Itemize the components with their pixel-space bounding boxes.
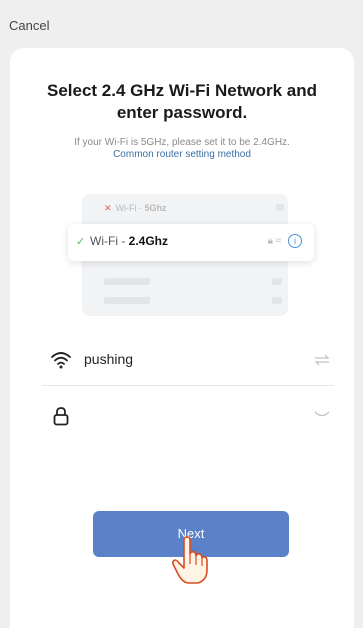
router-setting-link[interactable]: Common router setting method — [10, 149, 354, 160]
lock-icon — [53, 407, 69, 426]
placeholder-bar — [272, 278, 282, 285]
wifi-24ghz-row: ✓ Wi-Fi - 2.4Ghz 🔒︎ ≈ i — [68, 224, 314, 261]
wifi-5ghz-row: ✕ Wi-Fi - 5Ghz — [104, 203, 167, 213]
eye-closed-icon[interactable] — [314, 410, 330, 420]
divider — [42, 385, 334, 386]
swap-icon[interactable] — [314, 354, 330, 366]
password-field[interactable] — [42, 396, 334, 436]
hand-pointer-icon — [171, 536, 208, 584]
page-title: Select 2.4 GHz Wi-Fi Network and enter p… — [46, 81, 318, 122]
placeholder-bar — [276, 204, 284, 211]
ssid-value: pushing — [84, 351, 134, 367]
placeholder-bar — [104, 278, 150, 285]
wifi-small-icon: ≈ — [275, 235, 282, 247]
cancel-button[interactable]: Cancel — [9, 18, 49, 33]
close-icon: ✕ — [104, 203, 112, 213]
wifi-icon — [51, 352, 71, 369]
placeholder-bar — [104, 297, 150, 304]
placeholder-bar — [272, 297, 282, 304]
info-icon: i — [288, 234, 302, 248]
hint-text: If your Wi-Fi is 5GHz, please set it to … — [74, 137, 290, 148]
lock-small-icon: 🔒︎ — [267, 235, 273, 247]
wifi-setup-card: Select 2.4 GHz Wi-Fi Network and enter p… — [10, 48, 354, 628]
check-icon: ✓ — [76, 236, 86, 248]
ssid-field[interactable]: pushing — [42, 340, 334, 380]
